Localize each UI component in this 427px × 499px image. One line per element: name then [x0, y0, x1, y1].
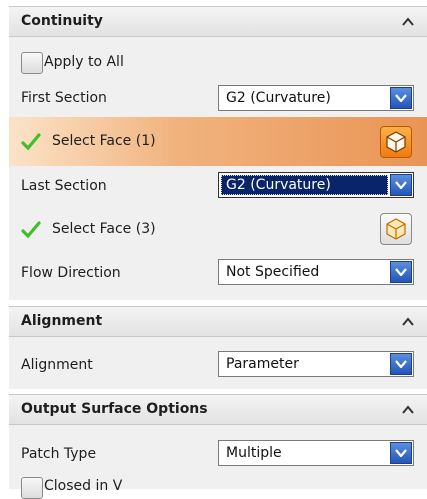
apply-to-all-checkbox[interactable] [21, 52, 43, 74]
select-face-1-label: Select Face (1) [52, 133, 156, 149]
dropdown-arrow-icon [390, 442, 412, 464]
closed-in-v-label: Closed in V [44, 478, 123, 494]
dropdown-arrow-icon [390, 174, 412, 196]
dropdown-arrow-icon [390, 353, 412, 375]
flow-direction-label: Flow Direction [21, 265, 121, 281]
chevron-up-icon [402, 317, 414, 326]
output-surface-options-title: Output Surface Options [21, 401, 208, 417]
check-icon [21, 133, 41, 151]
collapse-alignment-button[interactable] [389, 307, 427, 336]
last-section-value: G2 (Curvature) [226, 177, 331, 193]
cube-icon [386, 131, 406, 153]
select-face-3-label: Select Face (3) [52, 221, 156, 237]
first-section-dropdown[interactable]: G2 (Curvature) [218, 85, 414, 111]
patch-type-value: Multiple [226, 445, 282, 461]
flow-direction-dropdown[interactable]: Not Specified [218, 259, 414, 285]
last-section-dropdown[interactable]: G2 (Curvature) [218, 172, 414, 198]
alignment-label: Alignment [21, 357, 93, 373]
chevron-up-icon [402, 405, 414, 414]
select-face-3-button[interactable] [380, 213, 412, 245]
apply-to-all-label: Apply to All [44, 54, 124, 70]
closed-in-v-checkbox[interactable] [21, 477, 43, 499]
check-icon [21, 221, 41, 239]
continuity-header[interactable]: Continuity [9, 6, 427, 37]
dropdown-arrow-icon [390, 87, 412, 109]
continuity-title: Continuity [21, 13, 103, 29]
select-face-1-button[interactable] [380, 126, 412, 158]
dropdown-arrow-icon [390, 261, 412, 283]
last-section-label: Last Section [21, 178, 107, 194]
collapse-output-button[interactable] [389, 395, 427, 424]
first-section-value: G2 (Curvature) [226, 90, 331, 106]
output-surface-options-header[interactable]: Output Surface Options [9, 394, 427, 425]
cube-icon [386, 218, 406, 240]
first-section-label: First Section [21, 90, 107, 106]
collapse-continuity-button[interactable] [389, 7, 427, 36]
alignment-value: Parameter [226, 356, 299, 372]
alignment-header[interactable]: Alignment [9, 306, 427, 337]
chevron-up-icon [402, 17, 414, 26]
patch-type-dropdown[interactable]: Multiple [218, 440, 414, 466]
flow-direction-value: Not Specified [226, 264, 320, 280]
patch-type-label: Patch Type [21, 446, 97, 462]
alignment-dropdown[interactable]: Parameter [218, 351, 414, 377]
alignment-title: Alignment [21, 313, 103, 329]
